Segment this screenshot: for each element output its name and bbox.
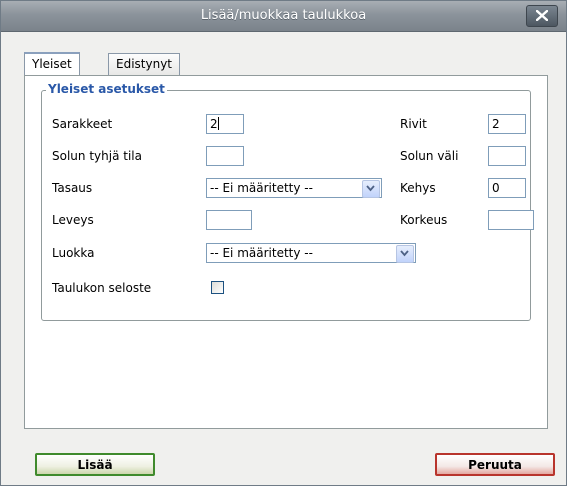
general-settings-group: Yleiset asetukset Sarakkeet 2 Rivit 2 So… bbox=[41, 82, 534, 321]
caption-checkbox[interactable] bbox=[211, 281, 224, 294]
text-caret bbox=[217, 117, 219, 130]
border-input[interactable]: 0 bbox=[488, 178, 526, 198]
width-input[interactable] bbox=[206, 210, 252, 230]
columns-label: Sarakkeet bbox=[52, 117, 113, 131]
cancel-button[interactable]: Peruuta bbox=[435, 453, 555, 476]
height-label: Korkeus bbox=[400, 213, 448, 227]
class-select[interactable]: -- Ei määritetty -- bbox=[206, 243, 416, 263]
tab-panel-general: Yleiset asetukset Sarakkeet 2 Rivit 2 So… bbox=[24, 75, 548, 429]
align-selected-value: -- Ei määritetty -- bbox=[210, 181, 313, 195]
tab-general[interactable]: Yleiset bbox=[24, 52, 80, 76]
cellpadding-label: Solun tyhjä tila bbox=[52, 149, 142, 163]
border-label: Kehys bbox=[400, 181, 436, 195]
cellpadding-input[interactable] bbox=[206, 146, 244, 166]
class-label: Luokka bbox=[52, 246, 95, 260]
width-label: Leveys bbox=[52, 213, 94, 227]
chevron-down-icon bbox=[366, 185, 375, 192]
close-button[interactable] bbox=[526, 5, 558, 27]
insert-button[interactable]: Lisää bbox=[35, 453, 155, 476]
height-input[interactable] bbox=[488, 210, 534, 230]
cellspacing-label: Solun väli bbox=[400, 149, 459, 163]
general-settings-legend: Yleiset asetukset bbox=[46, 82, 167, 96]
columns-input[interactable]: 2 bbox=[206, 114, 244, 134]
caption-label: Taulukon seloste bbox=[52, 281, 152, 295]
dropdown-button[interactable] bbox=[396, 245, 414, 263]
class-selected-value: -- Ei määritetty -- bbox=[210, 246, 313, 260]
align-select[interactable]: -- Ei määritetty -- bbox=[206, 178, 382, 198]
rows-input[interactable]: 2 bbox=[488, 114, 526, 134]
rows-label: Rivit bbox=[400, 117, 427, 131]
columns-value: 2 bbox=[210, 117, 218, 131]
dialog-title: Lisää/muokkaa taulukkoa bbox=[200, 8, 367, 23]
dropdown-button[interactable] bbox=[362, 180, 380, 198]
chevron-down-icon bbox=[400, 250, 409, 257]
cellspacing-input[interactable] bbox=[488, 146, 526, 166]
tab-advanced[interactable]: Edistynyt bbox=[108, 53, 181, 75]
align-label: Tasaus bbox=[52, 181, 93, 195]
title-bar[interactable]: Lisää/muokkaa taulukkoa bbox=[1, 1, 566, 32]
close-icon bbox=[536, 10, 548, 21]
dialog-window: Lisää/muokkaa taulukkoa Yleiset Edistyny… bbox=[0, 0, 567, 486]
